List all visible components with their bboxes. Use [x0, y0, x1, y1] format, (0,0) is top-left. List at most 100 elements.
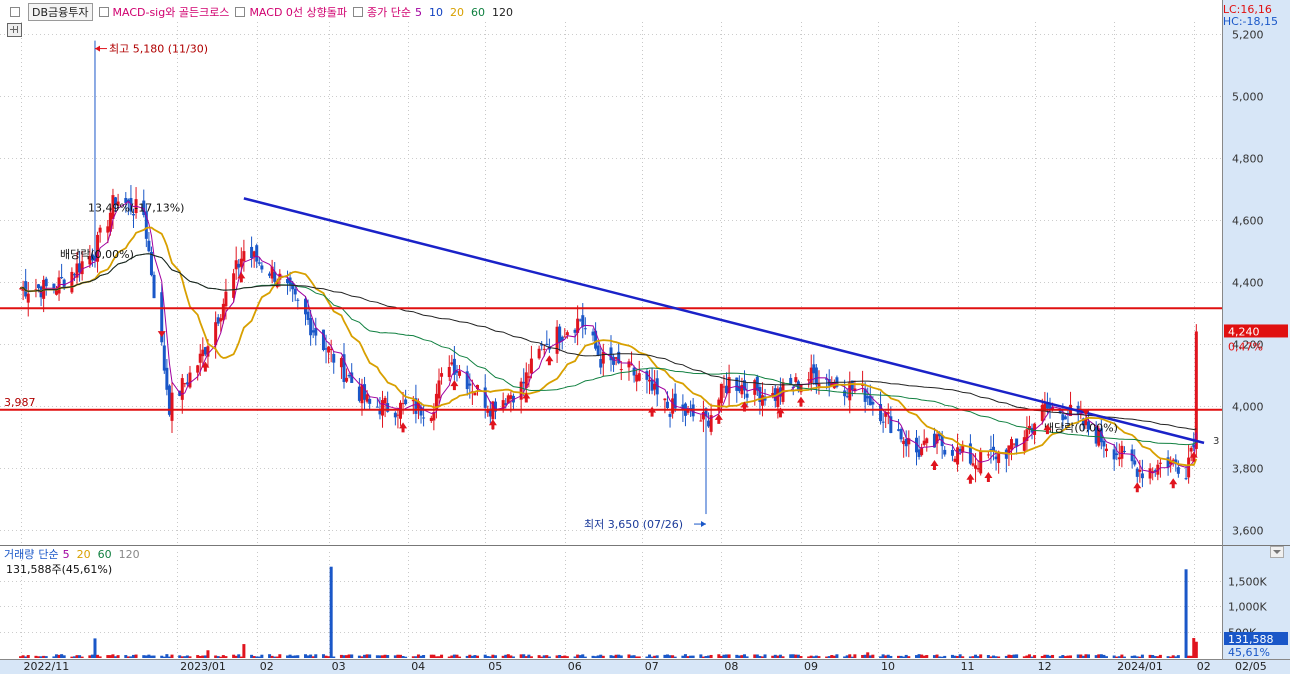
volume-bar: [1022, 656, 1026, 658]
volume-bar: [760, 656, 764, 658]
candle-body: [989, 449, 993, 451]
volume-bar: [614, 654, 618, 658]
candle-body: [311, 330, 315, 333]
volume-bar: [1169, 656, 1173, 658]
volume-bar: [414, 656, 418, 658]
candle-body: [1112, 449, 1116, 460]
stock-chart[interactable]: 3,600 3,800 4,000 4,200 4,400 4,600 4,800 5,000…: [0, 0, 1290, 674]
volume-bar: [789, 654, 793, 658]
volume-bar: [203, 655, 207, 658]
volume-bar: [434, 656, 438, 658]
candle-body: [522, 381, 526, 384]
volume-ma-period-5[interactable]: 5: [63, 548, 70, 561]
volume-bar: [863, 654, 867, 658]
volume-bar: [1043, 654, 1047, 658]
volume-bar: [70, 656, 74, 658]
volume-bar: [565, 656, 569, 658]
volume-bar: [576, 654, 580, 658]
volume-bar: [1117, 656, 1121, 658]
volume-ma-label[interactable]: 단순: [38, 546, 58, 562]
volume-bar: [275, 656, 279, 658]
candle-body: [450, 362, 454, 365]
candle-body: [147, 240, 151, 252]
volume-bar: [555, 655, 559, 658]
price-tick-label: 4,000: [1232, 401, 1264, 414]
volume-bar: [468, 654, 472, 658]
volume-bar: [170, 654, 174, 658]
volume-bar: [581, 654, 585, 658]
volume-bar: [791, 654, 795, 658]
volume-bar: [419, 655, 423, 658]
volume-bar: [42, 655, 46, 658]
ma-period-5[interactable]: 5: [415, 6, 422, 19]
indicator-2-checkbox-icon[interactable]: [235, 7, 246, 17]
date-tick-label: 08: [724, 660, 738, 673]
volume-ma-period-120[interactable]: 120: [119, 548, 140, 561]
candle-body: [881, 421, 885, 423]
volume-bar: [278, 654, 282, 658]
volume-bar: [375, 655, 379, 658]
volume-bar: [214, 655, 218, 658]
candle-body: [381, 400, 385, 416]
indicator-1-checkbox-icon[interactable]: [98, 7, 109, 17]
volume-bar: [637, 656, 641, 658]
volume-bar: [131, 654, 135, 658]
ma-label[interactable]: 종가 단순: [367, 4, 411, 20]
candle-body: [219, 318, 223, 322]
candle-body: [578, 319, 582, 321]
candle-body: [1189, 447, 1193, 452]
candle-body: [324, 348, 328, 350]
indicator-macd-zero-cross[interactable]: MACD 0선 상향돌파: [249, 4, 347, 20]
volume-bar: [573, 656, 577, 658]
candle-body: [917, 449, 921, 457]
volume-ma-period-60[interactable]: 60: [98, 548, 112, 561]
header-checkbox-icon[interactable]: [10, 7, 20, 17]
volume-bar: [742, 654, 746, 658]
date-tick-label: 05: [488, 660, 502, 673]
volume-bar: [902, 656, 906, 658]
volume-bar: [745, 656, 749, 658]
candle-body: [378, 410, 382, 415]
ma-period-60[interactable]: 60: [471, 6, 485, 19]
volume-bar: [956, 656, 960, 658]
volume-bar: [961, 656, 965, 658]
volume-ma-period-20[interactable]: 20: [77, 548, 91, 561]
candle-body: [224, 291, 228, 307]
volume-bar: [54, 654, 58, 658]
volume-bar: [483, 654, 487, 658]
volume-label[interactable]: 거래량: [4, 546, 34, 562]
stock-name[interactable]: DB금융투자: [28, 3, 93, 21]
volume-bar: [1166, 656, 1170, 658]
indicator-macd-golden-cross[interactable]: MACD-sig와 골든크로스: [113, 4, 230, 20]
candle-body: [393, 412, 397, 418]
volume-panel-toggle-icon[interactable]: [1270, 546, 1284, 558]
volume-bar: [450, 655, 454, 658]
volume-bar: [943, 655, 947, 658]
candle-body: [971, 463, 975, 466]
volume-bar: [1009, 655, 1013, 658]
volume-bar: [306, 655, 310, 658]
volume-bar: [689, 655, 693, 658]
volume-bar: [578, 655, 582, 658]
candle-body: [180, 378, 184, 400]
ma-checkbox-icon[interactable]: [353, 7, 364, 17]
volume-bar: [617, 654, 621, 658]
volume-bar: [753, 654, 757, 658]
ma-period-20[interactable]: 20: [450, 6, 464, 19]
volume-bar: [540, 656, 544, 658]
candle-body: [619, 369, 623, 371]
volume-bar: [932, 655, 936, 658]
hc-label: HC:-18,15: [1222, 15, 1278, 28]
ma-period-120[interactable]: 120: [492, 6, 513, 19]
ma-period-10[interactable]: 10: [429, 6, 443, 19]
candle-body: [902, 440, 906, 445]
candle-body: [473, 392, 477, 396]
candle-body: [542, 348, 546, 350]
candle-body: [106, 226, 110, 233]
volume-bar: [339, 654, 343, 658]
volume-bar: [583, 656, 587, 658]
right-edge-label: 3: [1213, 436, 1219, 447]
volume-bar: [304, 654, 307, 658]
chart-settings-icon[interactable]: [7, 23, 22, 37]
volume-bar: [429, 654, 433, 658]
